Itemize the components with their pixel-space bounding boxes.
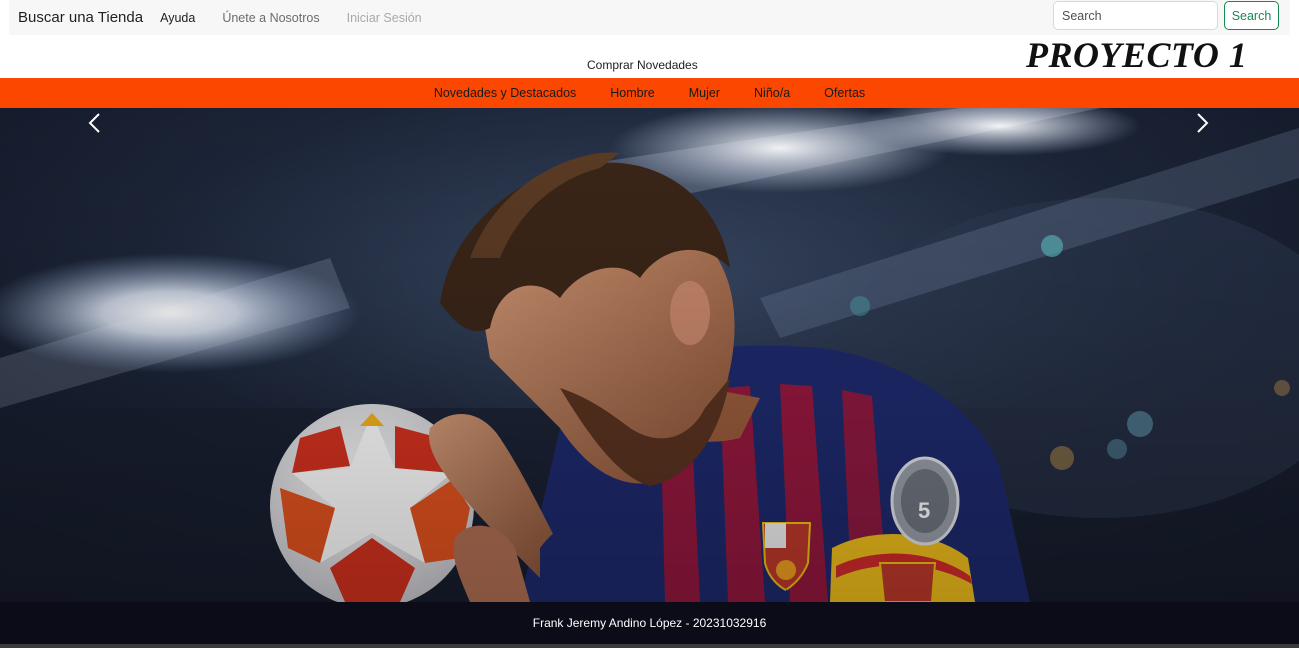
search-form: Search [1053,1,1279,30]
nav-link-ayuda[interactable]: Ayuda [160,11,195,25]
nav-link-unete[interactable]: Únete a Nosotros [222,11,319,25]
hero-carousel: 5 [0,108,1299,602]
hero-image: 5 [0,108,1299,602]
chevron-left-icon[interactable] [80,108,110,138]
category-hombre[interactable]: Hombre [610,86,654,100]
category-nino[interactable]: Niño/a [754,86,790,100]
footer: Frank Jeremy Andino López - 20231032916 [0,602,1299,644]
brand-link[interactable]: Buscar una Tienda [18,9,143,26]
nav-link-iniciar-sesion[interactable]: Iniciar Sesión [347,11,422,25]
page: Buscar una Tienda Ayuda Únete a Nosotros… [0,0,1299,648]
comprar-novedades-link[interactable]: Comprar Novedades [587,58,698,72]
search-input[interactable] [1053,1,1218,30]
search-button[interactable]: Search [1224,1,1279,30]
project-title: PROYECTO 1 [1026,35,1248,75]
bottom-strip [0,644,1299,648]
category-mujer[interactable]: Mujer [689,86,720,100]
category-novedades[interactable]: Novedades y Destacados [434,86,576,100]
top-navbar: Buscar una Tienda Ayuda Únete a Nosotros… [9,0,1290,35]
category-ofertas[interactable]: Ofertas [824,86,865,100]
chevron-right-icon[interactable] [1187,108,1217,138]
footer-text: Frank Jeremy Andino López - 20231032916 [532,616,767,630]
category-bar: Novedades y Destacados Hombre Mujer Niño… [0,78,1299,108]
